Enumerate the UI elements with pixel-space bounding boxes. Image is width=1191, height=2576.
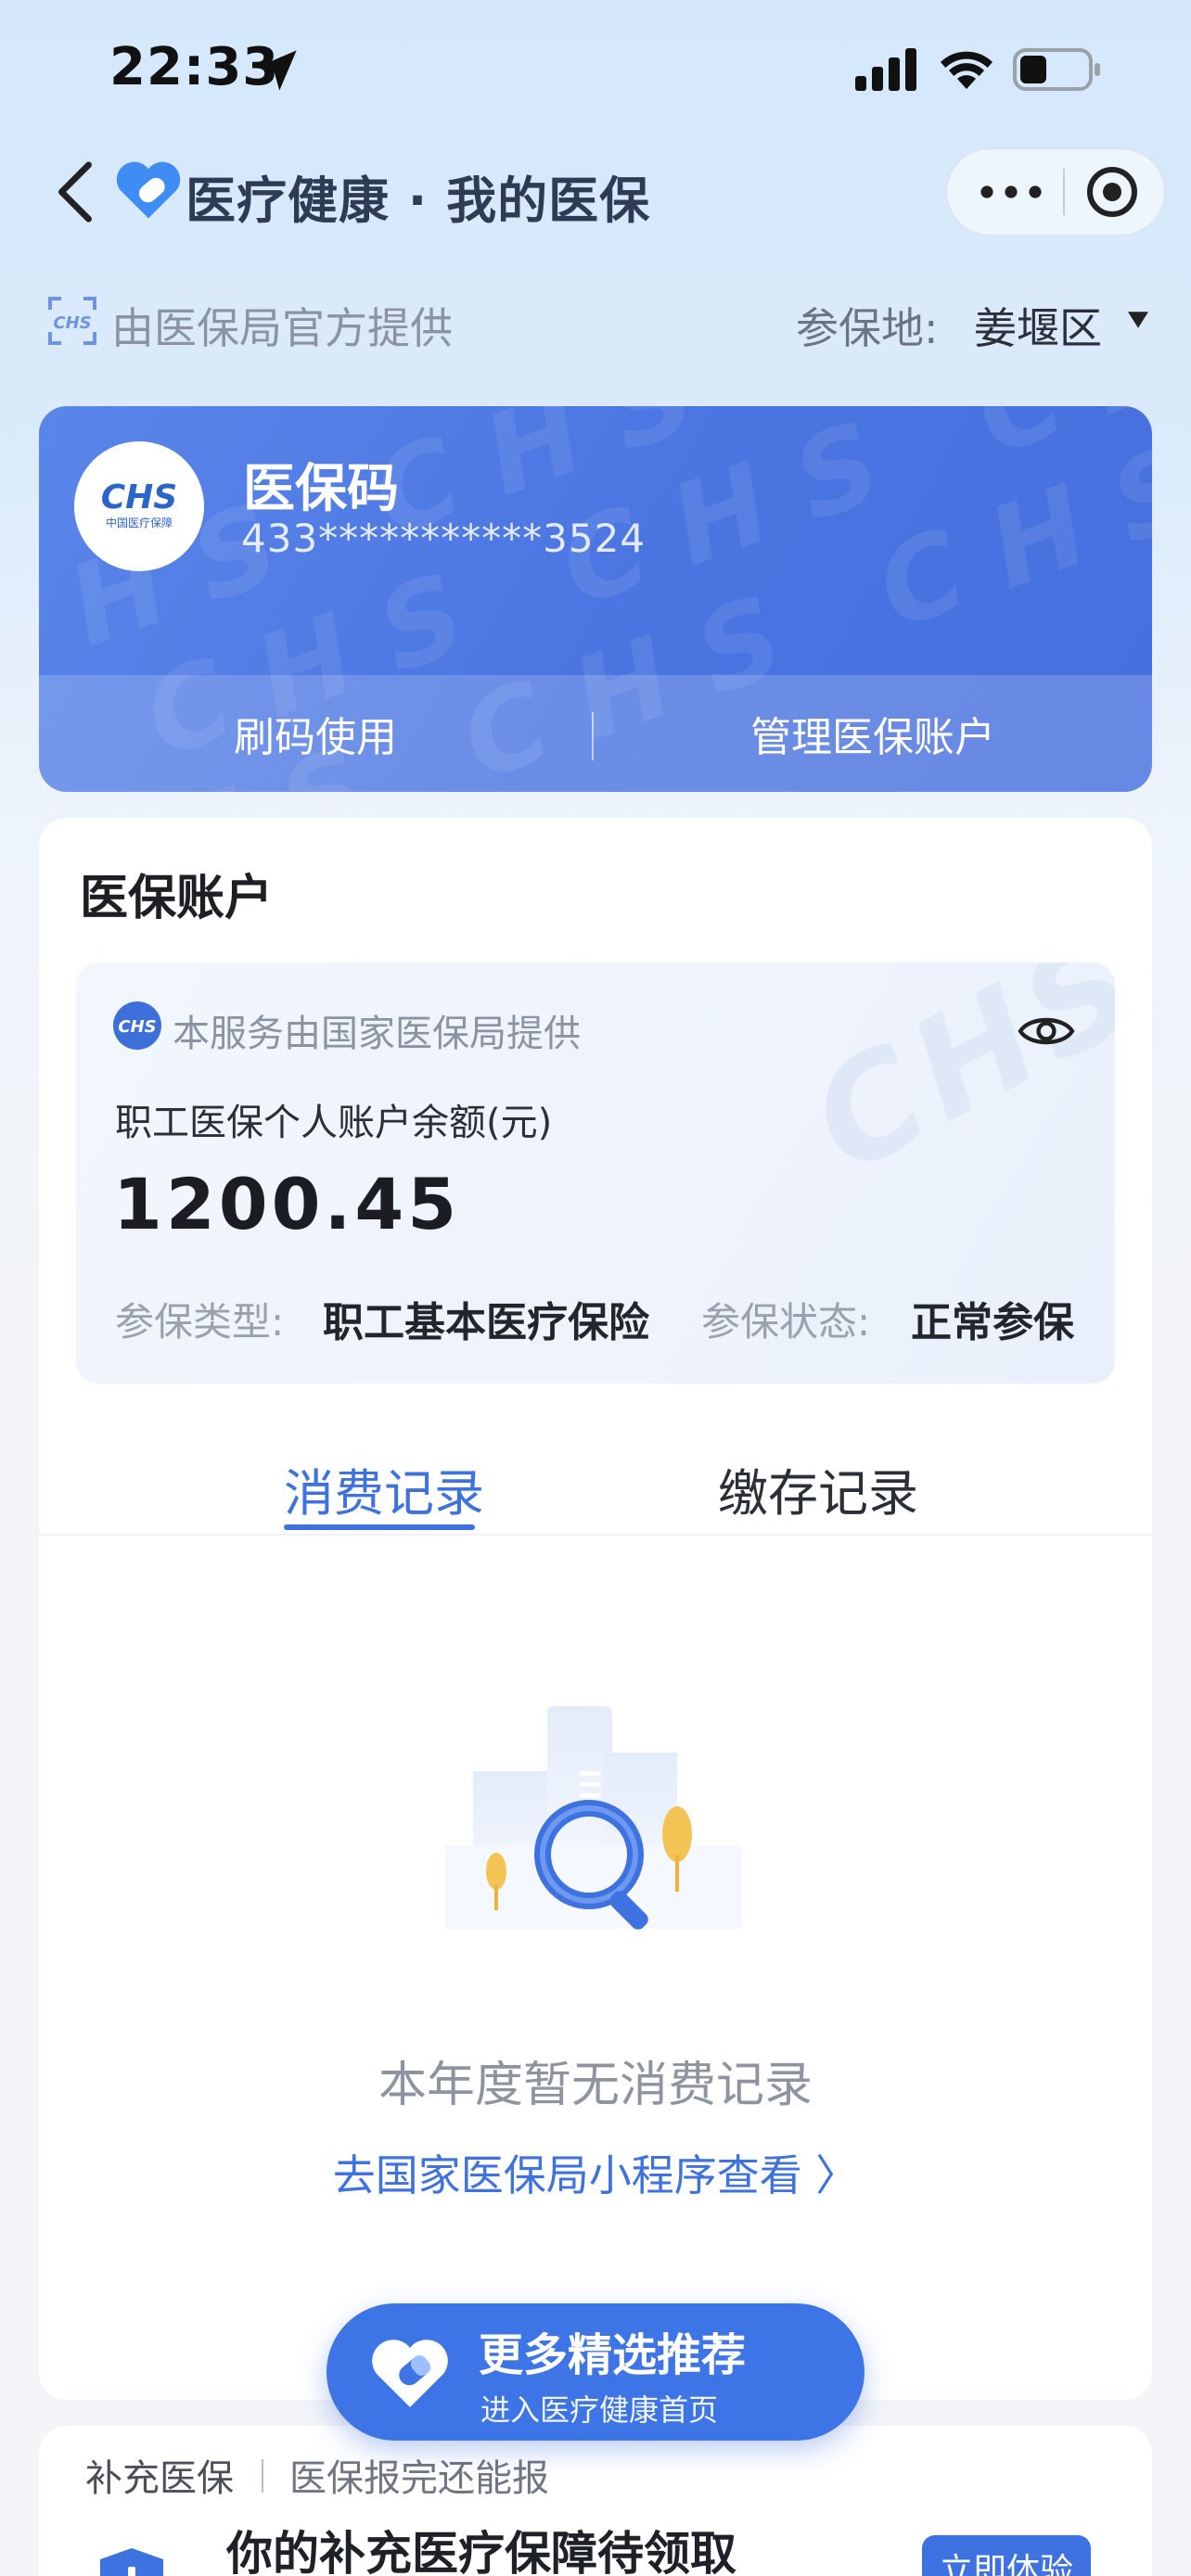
empty-state-text: 本年度暂无消费记录 xyxy=(378,2058,813,2113)
capsule-divider xyxy=(1063,169,1065,215)
balance-value: 1200.45 xyxy=(113,1163,461,1245)
tab-deposit-records[interactable]: 缴存记录 xyxy=(718,1452,918,1525)
close-mini-program-icon[interactable] xyxy=(1070,156,1154,228)
service-provider-text: 本服务由国家医保局提供 xyxy=(173,1013,581,1055)
dropdown-arrow-icon[interactable] xyxy=(1128,310,1148,330)
chs-logo-icon: CHS 中国医疗保障 xyxy=(74,441,204,571)
page-title: 医疗健康 · 我的医保 xyxy=(186,172,651,230)
empty-search-illustration-icon xyxy=(445,1706,742,1930)
balance-watermark: CHS xyxy=(788,963,1115,1205)
chs-badge-icon: CHS xyxy=(113,1001,161,1050)
shield-icon xyxy=(100,2548,163,2576)
wifi-icon xyxy=(941,51,992,89)
svg-text:CHS: CHS xyxy=(53,313,91,333)
manage-account-button[interactable]: 管理医保账户 xyxy=(594,675,1152,792)
back-button[interactable] xyxy=(52,159,96,224)
recommend-subtitle: 进入医疗健康首页 xyxy=(480,2392,719,2428)
battery-icon xyxy=(1013,48,1100,91)
chs-scan-icon: CHS xyxy=(48,297,96,345)
active-tab-indicator xyxy=(284,1524,475,1530)
insurance-code-title: 医保码 xyxy=(243,459,399,519)
heart-pill-icon xyxy=(372,2340,448,2407)
supplement-tag: 补充医保 xyxy=(85,2457,234,2500)
supplement-separator xyxy=(262,2459,263,2493)
svg-text:CHS: CHS xyxy=(118,1017,156,1037)
cellular-signal-icon xyxy=(855,48,916,91)
provider-text: 由医保局官方提供 xyxy=(111,303,453,353)
region-label: 参保地: xyxy=(796,303,939,353)
insurance-type-value: 职工基本医疗保险 xyxy=(323,1299,649,1346)
eye-icon[interactable] xyxy=(1017,1001,1076,1061)
scan-code-button[interactable]: 刷码使用 xyxy=(39,675,592,792)
national-mini-program-link[interactable]: 去国家医保局小程序查看 〉 xyxy=(0,2142,1191,2203)
account-section-title: 医保账户 xyxy=(80,871,274,926)
region-selector[interactable]: 姜堰区 xyxy=(974,295,1102,356)
try-now-button[interactable]: 立即体验 xyxy=(922,2535,1091,2576)
tabs-divider xyxy=(39,1534,1152,1536)
insurance-status-label: 参保状态: xyxy=(701,1299,871,1345)
more-icon[interactable] xyxy=(965,156,1057,228)
tab-consumption-records[interactable]: 消费记录 xyxy=(284,1452,484,1525)
insurance-status-value: 正常参保 xyxy=(911,1299,1074,1346)
insurance-code-number: 433***********3524 xyxy=(241,516,647,561)
location-arrow-icon xyxy=(256,50,297,91)
medical-health-logo-icon xyxy=(116,161,181,219)
insurance-type-label: 参保类型: xyxy=(115,1299,285,1345)
recommend-title: 更多精选推荐 xyxy=(479,2329,747,2381)
chs-logo-subtext: 中国医疗保障 xyxy=(106,516,173,529)
balance-label: 职工医保个人账户余额(元) xyxy=(115,1102,553,1144)
supplement-title: 你的补充医疗保障待领取 xyxy=(226,2527,736,2576)
supplement-subtitle: 医保报完还能报 xyxy=(289,2457,549,2500)
chs-logo-text: CHS xyxy=(101,478,177,516)
